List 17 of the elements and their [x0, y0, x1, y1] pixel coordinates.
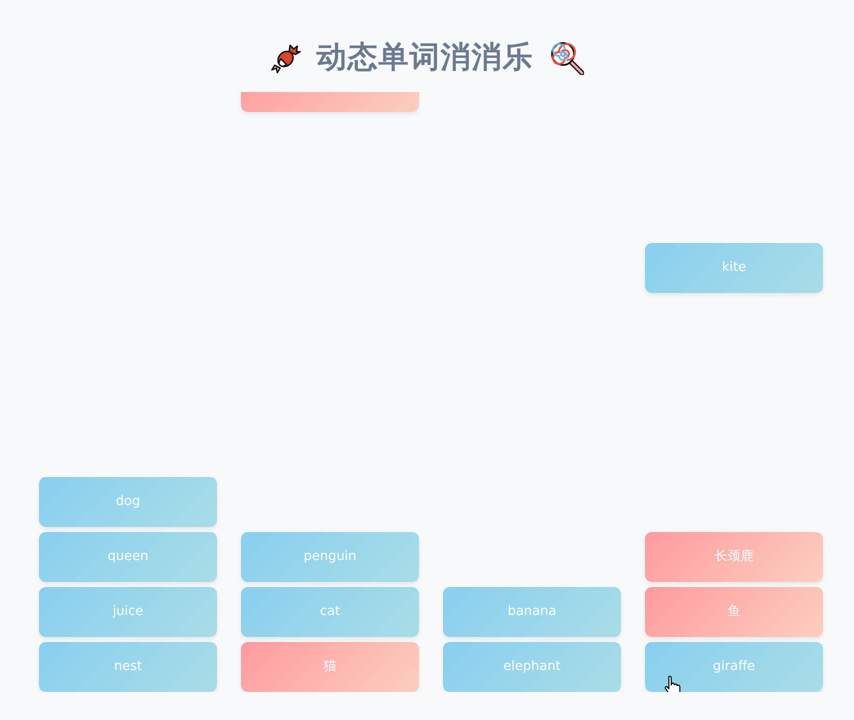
word-tile[interactable]: penguin: [241, 532, 419, 582]
word-tile[interactable]: queen: [39, 532, 217, 582]
lollipop-icon: [550, 41, 584, 75]
word-tile[interactable]: 猫: [241, 642, 419, 692]
game-title: 动态单词消消乐: [316, 39, 534, 77]
word-tile[interactable]: juice: [39, 587, 217, 637]
word-tile[interactable]: kite: [645, 243, 823, 293]
word-tile[interactable]: 鱼: [645, 587, 823, 637]
hand-cursor-icon: [664, 675, 681, 692]
word-tile[interactable]: 长颈鹿: [645, 532, 823, 582]
word-tile[interactable]: cat: [241, 587, 419, 637]
word-tile[interactable]: dog: [39, 477, 217, 527]
candy-icon: [270, 42, 300, 74]
word-tile[interactable]: giraffe: [645, 642, 823, 692]
word-tile[interactable]: banana: [443, 587, 621, 637]
word-tile[interactable]: elephant: [443, 642, 621, 692]
word-tile[interactable]: nest: [39, 642, 217, 692]
